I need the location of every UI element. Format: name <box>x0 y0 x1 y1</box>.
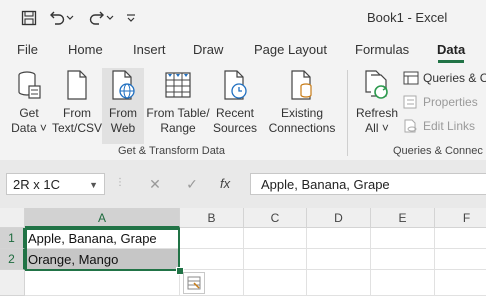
cell-a1[interactable]: Apple, Banana, Grape <box>25 228 180 249</box>
undo-dropdown-icon[interactable] <box>64 7 76 29</box>
name-box-value: 2R x 1C <box>13 177 60 192</box>
recent-sources-label: Recent <box>215 106 255 120</box>
cell-f2[interactable] <box>435 249 486 270</box>
edit-links-icon <box>404 119 417 133</box>
existing-connections-label: Existing <box>280 106 324 120</box>
quick-analysis-button[interactable] <box>183 272 205 294</box>
tab-draw[interactable]: Draw <box>193 42 223 57</box>
properties-button[interactable]: Properties <box>403 95 478 109</box>
tab-file[interactable]: File <box>17 42 38 57</box>
edit-links-label: Edit Links <box>423 119 476 133</box>
text-file-icon <box>67 70 87 100</box>
tab-insert[interactable]: Insert <box>133 42 166 57</box>
column-header-e[interactable]: E <box>371 208 435 228</box>
cell-c3[interactable] <box>244 270 307 296</box>
recent-sources-button[interactable]: Recent Sources <box>211 70 259 142</box>
worksheet-grid[interactable]: A B C D E F 1 2 Apple, Banana, Grape Ora… <box>0 208 486 296</box>
cell-f1[interactable] <box>435 228 486 249</box>
cell-e2[interactable] <box>371 249 435 270</box>
formula-input[interactable]: Apple, Banana, Grape <box>250 173 486 195</box>
cell-a3[interactable] <box>25 270 180 296</box>
column-header-a[interactable]: A <box>25 208 180 228</box>
column-header-d[interactable]: D <box>307 208 371 228</box>
from-table-range-button[interactable]: From Table/ Range <box>145 70 211 142</box>
column-header-f[interactable]: F <box>435 208 486 228</box>
refresh-all-button[interactable]: Refresh All ˅ <box>353 70 401 142</box>
recent-sources-label-2: Sources <box>212 121 258 135</box>
existing-connections-button[interactable]: Existing Connections <box>263 70 341 142</box>
properties-label: Properties <box>423 95 478 109</box>
cell-c2[interactable] <box>244 249 307 270</box>
title-bar: Book1 - Excel <box>0 0 486 36</box>
existing-connections-icon <box>291 70 312 100</box>
name-box-dropdown-icon[interactable]: ▼ <box>89 174 98 196</box>
cell-a2[interactable]: Orange, Mango <box>25 249 180 270</box>
from-table-label-2: Range <box>160 121 196 135</box>
insert-function-button[interactable]: fx <box>220 173 230 195</box>
cell-e3[interactable] <box>371 270 435 296</box>
customize-qat-icon[interactable] <box>124 7 138 29</box>
get-data-label: Get <box>19 106 39 120</box>
web-globe-icon <box>112 70 135 100</box>
from-web-label-2: Web <box>110 121 136 135</box>
column-header-b[interactable]: B <box>180 208 244 228</box>
formula-bar: 2R x 1C ▼ ⋮ ✕ ✓ fx Apple, Banana, Grape <box>0 160 486 208</box>
ribbon: Get Data ˅ From Text/CSV From Web From T… <box>0 64 486 161</box>
tab-home[interactable]: Home <box>68 42 103 57</box>
cell-f3[interactable] <box>435 270 486 296</box>
window-title: Book1 - Excel <box>367 10 448 25</box>
queries-connections-button[interactable]: Queries & C <box>403 71 486 85</box>
cell-d1[interactable] <box>307 228 371 249</box>
group-label-queries: Queries & Connec <box>393 145 483 157</box>
select-all-corner[interactable] <box>0 208 25 228</box>
tab-page-layout[interactable]: Page Layout <box>254 42 327 57</box>
ribbon-tabs: File Home Insert Draw Page Layout Formul… <box>0 36 486 64</box>
row-header-3[interactable] <box>0 270 25 296</box>
group-separator <box>347 70 348 156</box>
database-icon <box>18 71 41 99</box>
name-box[interactable]: 2R x 1C ▼ <box>6 173 105 195</box>
cell-c1[interactable] <box>244 228 307 249</box>
active-tab-indicator <box>438 60 464 63</box>
cell-b2[interactable] <box>180 249 244 270</box>
cell-b1[interactable] <box>180 228 244 249</box>
from-text-csv-button[interactable]: From Text/CSV <box>52 70 102 142</box>
quick-analysis-icon <box>187 276 201 290</box>
confirm-entry-button[interactable]: ✓ <box>181 173 203 195</box>
queries-connections-icon <box>403 71 419 85</box>
formula-bar-grip-icon: ⋮ <box>115 177 125 188</box>
row-header-2[interactable]: 2 <box>0 249 25 270</box>
tab-data[interactable]: Data <box>437 42 465 57</box>
cell-d3[interactable] <box>307 270 371 296</box>
cell-e1[interactable] <box>371 228 435 249</box>
refresh-icon <box>365 70 388 99</box>
refresh-label-2: All ˅ <box>365 121 389 135</box>
edit-links-button[interactable]: Edit Links <box>403 119 475 133</box>
tab-formulas[interactable]: Formulas <box>355 42 409 57</box>
from-web-button[interactable]: From Web <box>102 68 144 144</box>
cell-d2[interactable] <box>307 249 371 270</box>
save-icon[interactable] <box>18 7 40 29</box>
recent-clock-icon <box>224 70 247 100</box>
queries-connections-label: Queries & C <box>423 71 486 85</box>
get-data-button[interactable]: Get Data ˅ <box>6 70 52 142</box>
group-label-get-transform: Get & Transform Data <box>118 145 225 157</box>
refresh-label: Refresh <box>355 106 399 120</box>
from-table-label: From Table/ <box>146 106 210 120</box>
column-header-c[interactable]: C <box>244 208 307 228</box>
from-text-label-2: Text/CSV <box>52 121 103 135</box>
existing-connections-label-2: Connections <box>268 121 336 135</box>
row-header-1[interactable]: 1 <box>0 228 25 249</box>
redo-dropdown-icon[interactable] <box>104 7 116 29</box>
cancel-entry-button[interactable]: ✕ <box>144 173 166 195</box>
table-icon <box>165 72 191 98</box>
from-web-label: From <box>109 106 137 120</box>
get-data-label-2: Data ˅ <box>11 121 47 135</box>
properties-icon <box>403 95 417 109</box>
from-text-label: From <box>63 106 91 120</box>
